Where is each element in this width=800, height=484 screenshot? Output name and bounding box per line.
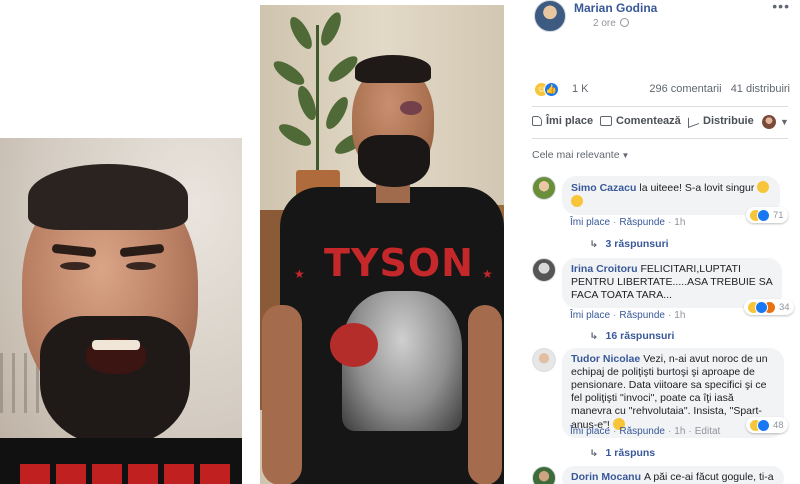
like-icon [755,300,768,314]
share-button[interactable]: Distribuie [688,113,754,129]
comment-reply-link[interactable]: Răspunde [619,217,665,228]
post-meta: 2 ore [593,18,629,29]
commenter-name[interactable]: Dorin Mocanu [571,471,641,483]
selfie-photo[interactable] [0,138,242,484]
comment-item: Dorin Mocanu A păi ce-ai făcut gogule, ti… [532,466,794,484]
comment-reply-link[interactable]: Răspunde [619,426,665,437]
comment-item: Tudor Nicolae Vezi, n-ai avut noroc de un… [532,348,794,463]
view-replies-link[interactable]: ↳ 16 răspunsuri [589,330,674,342]
shares-count[interactable]: 41 distribuiri [731,83,790,95]
reply-arrow-icon: ↳ [589,448,599,458]
avatar[interactable] [532,176,556,200]
reaction-icons[interactable]: ☺👍 [534,82,559,98]
bruise [400,101,422,115]
divider [532,106,788,107]
comment-text: A păi ce-ai făcut gogule, ti-a [644,471,774,483]
avatar[interactable] [532,258,556,282]
globe-icon [619,18,629,27]
share-icon [688,113,699,129]
comment-like-link[interactable]: Îmi place [570,310,610,321]
comments-count[interactable]: 296 comentarii [649,83,721,95]
post-stats: ☺👍 1 K 296 comentarii 41 distribuiri [534,80,800,102]
laughing-emoji-icon [571,195,583,207]
view-replies-link[interactable]: ↳ 3 răspunsuri [589,238,668,250]
post-as-selector[interactable]: ▼ [762,115,789,129]
shirt-print-text: TYSON [324,241,474,285]
commenter-name[interactable]: Tudor Nicolae [571,353,640,365]
like-icon: 👍 [544,82,559,97]
post-side-panel: Marian Godina 2 ore ••• ☺👍 1 K 296 comen… [520,0,800,484]
comment-sort-dropdown[interactable]: Cele mai relevante ▼ [532,149,629,161]
comment-time[interactable]: 1h [674,310,685,321]
commenter-name[interactable]: Irina Croitoru [571,263,638,275]
view-replies-link[interactable]: ↳ 1 răspuns [589,447,655,459]
post-actions: Îmi place Comentează Distribuie ▼ [530,112,800,134]
comment-actions: Îmi place · Răspunde · 1h · Editat [570,426,721,437]
more-options-icon[interactable]: ••• [772,0,790,14]
comment-button[interactable]: Comentează [600,115,681,127]
comment-item: Simo Cazacu la uiteee! S-a lovit singur 7… [532,176,794,258]
edited-label[interactable]: Editat [695,426,721,437]
laughing-emoji-icon [757,181,770,193]
like-button[interactable]: Îmi place [532,115,593,127]
comment-reactions[interactable]: 34 [744,299,794,315]
comment-reactions[interactable]: 48 [746,417,788,433]
like-icon [757,418,770,432]
comment-like-link[interactable]: Îmi place [570,217,610,228]
standing-photo[interactable]: TYSON ★ ★ [260,5,504,484]
divider [532,138,788,139]
like-icon [757,208,770,222]
comment-reactions[interactable]: 71 [746,207,788,223]
avatar [762,115,776,129]
reply-arrow-icon: ↳ [589,331,599,341]
comment-item: Irina Croitoru FELICITARI,LUPTATI PENTRU … [532,258,794,348]
thumbs-up-icon [532,116,542,126]
post-time[interactable]: 2 ore [593,18,616,29]
author-avatar[interactable] [534,0,566,32]
comment-actions: Îmi place · Răspunde · 1h [570,310,686,321]
reaction-count[interactable]: 1 K [572,83,589,95]
post-photos[interactable]: TYSON ★ ★ [0,0,515,484]
comment-reply-link[interactable]: Răspunde [619,310,665,321]
comment-time[interactable]: 1h [674,426,685,437]
comment-time[interactable]: 1h [674,217,685,228]
caret-down-icon: ▼ [621,151,630,160]
comment-icon [600,116,612,126]
avatar[interactable] [532,348,556,372]
comment-text: la uiteee! S-a lovit singur [639,182,755,194]
post-header: Marian Godina 2 ore ••• [534,0,800,40]
commenter-name[interactable]: Simo Cazacu [571,182,636,194]
comment-bubble: Dorin Mocanu A păi ce-ai făcut gogule, ti… [562,466,784,484]
comment-actions: Îmi place · Răspunde · 1h [570,217,686,228]
reply-arrow-icon: ↳ [589,239,599,249]
avatar[interactable] [532,466,556,484]
chevron-down-icon: ▼ [780,117,789,127]
comment-like-link[interactable]: Îmi place [570,426,610,437]
author-name[interactable]: Marian Godina [574,1,657,15]
